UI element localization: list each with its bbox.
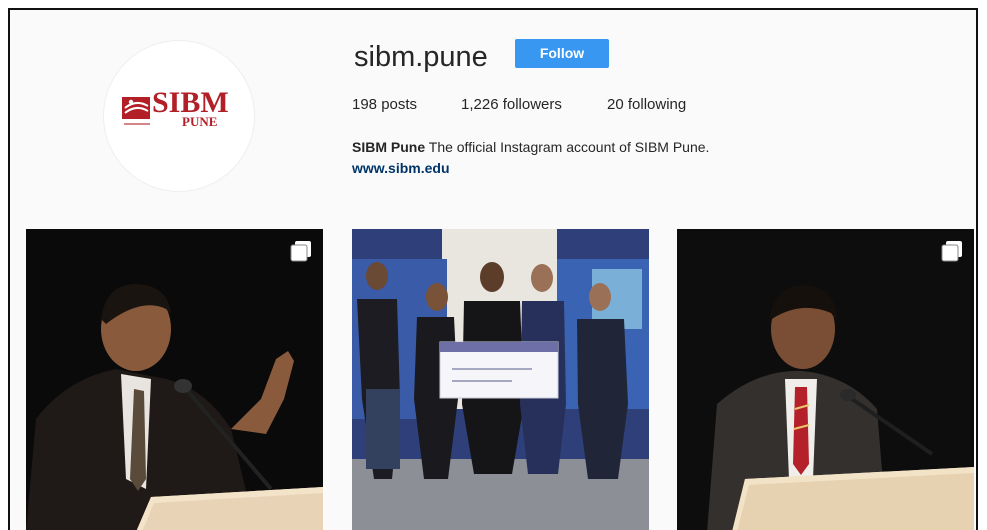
followers-count[interactable]: 1,226 followers <box>461 96 562 113</box>
post-image-group <box>352 229 649 530</box>
multiple-images-icon <box>941 241 962 262</box>
profile-bio: SIBM Pune The official Instagram account… <box>352 136 709 158</box>
profile-avatar[interactable]: SIBM PUNE <box>103 40 255 192</box>
sibm-emblem-icon <box>122 97 150 119</box>
follow-button[interactable]: Follow <box>515 39 609 68</box>
post-thumbnail[interactable] <box>677 229 974 530</box>
logo-subtitle: PUNE <box>182 114 218 129</box>
post-image-podium <box>677 229 974 530</box>
sibm-logo: SIBM PUNE <box>122 87 236 131</box>
profile-username: sibm.pune <box>354 41 488 73</box>
bio-full-name: SIBM Pune <box>352 139 426 155</box>
post-thumbnail[interactable] <box>26 229 323 530</box>
profile-website-link[interactable]: www.sibm.edu <box>352 160 450 176</box>
posts-count: 198 posts <box>352 96 418 113</box>
post-image-speaker <box>26 229 323 530</box>
post-thumbnail[interactable] <box>352 229 649 530</box>
logo-tagline-mark <box>124 123 150 125</box>
profile-page: SIBM PUNE sibm.pune Follow 198 posts 1,2… <box>8 8 978 530</box>
bio-description: The official Instagram account of SIBM P… <box>425 139 710 155</box>
multiple-images-icon <box>290 241 311 262</box>
following-count[interactable]: 20 following <box>607 96 686 113</box>
